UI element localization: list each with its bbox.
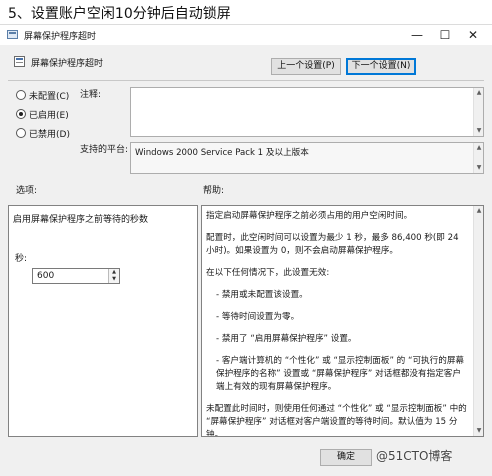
supported-platforms-box: Windows 2000 Service Pack 1 及以上版本 ▲ ▼ [130,142,484,174]
radio-enabled-circle[interactable] [16,109,26,119]
minimize-button[interactable]: — [405,27,429,43]
help-list-item: - 禁用或未配置该设置。 [216,290,308,300]
step-heading: 5、设置账户空闲10分钟后自动锁屏 [8,6,231,22]
close-button[interactable]: ✕ [461,27,485,43]
scroll-down-icon[interactable]: ▼ [474,426,483,436]
scroll-up-icon[interactable]: ▲ [474,143,484,153]
supported-scrollbar[interactable]: ▲ ▼ [473,143,483,173]
spin-up-icon[interactable]: ▲ [109,269,119,276]
help-list-item: - 客户端计算机的 “个性化” 或 “显示控制面板” 的 “可执行的屏幕保护程序… [216,356,465,392]
header-divider [8,80,484,81]
policy-name: 屏幕保护程序超时 [31,59,104,69]
help-paragraph: 配置时，此空闲时间可以设置为最少 1 秒，最多 86,400 秒(即 24 小时… [206,233,459,256]
scroll-up-icon[interactable]: ▲ [474,88,484,98]
radio-not-configured-label: 未配置(C) [29,92,70,102]
help-paragraph: 未配置此时间时，则使用任何通过 “个性化” 或 “显示控制面板” 中的 “屏幕保… [206,404,467,437]
policy-dialog: 屏幕保护程序超时 — ☐ ✕ 屏幕保护程序超时 上一个设置(P) 下一个设置(N… [0,24,492,476]
next-setting-button[interactable]: 下一个设置(N) [346,58,416,75]
radio-enabled-label: 已启用(E) [29,111,69,121]
prev-setting-button[interactable]: 上一个设置(P) [271,58,341,75]
scroll-up-icon[interactable]: ▲ [474,206,483,216]
spin-down-icon[interactable]: ▼ [109,276,119,283]
policy-window-icon [7,30,18,39]
help-label: 帮助: [203,186,225,196]
seconds-label: 秒: [15,254,28,264]
radio-disabled-label: 已禁用(D) [29,130,70,140]
supported-platforms-value: Windows 2000 Service Pack 1 及以上版本 [135,148,309,158]
comment-label: 注释: [80,90,102,100]
supported-platforms-label: 支持的平台: [80,145,129,155]
radio-not-configured-circle[interactable] [16,90,26,100]
watermark-text: @51CTO博客 [376,449,453,463]
options-panel: 启用屏幕保护程序之前等待的秒数 秒: [8,205,198,437]
help-paragraph: 指定启动屏幕保护程序之前必须占用的用户空闲时间。 [206,211,413,221]
help-paragraph: 在以下任何情况下，此设置无效: [206,268,330,278]
ok-button[interactable]: 确定 [320,449,372,466]
help-panel: 指定启动屏幕保护程序之前必须占用的用户空闲时间。 配置时，此空闲时间可以设置为最… [201,205,484,437]
comment-textarea[interactable]: ▲ ▼ [130,87,484,137]
maximize-button[interactable]: ☐ [433,27,457,43]
seconds-value: 600 [37,271,55,281]
help-scrollbar[interactable]: ▲ ▼ [473,206,483,436]
radio-disabled-circle[interactable] [16,128,26,138]
seconds-spinbox[interactable]: 600 ▲ ▼ [32,268,120,284]
help-list-item: - 等待时间设置为零。 [216,312,300,322]
seconds-spin-buttons: ▲ ▼ [108,269,119,283]
title-bar[interactable]: 屏幕保护程序超时 — ☐ ✕ [0,25,492,45]
options-label: 选项: [16,186,38,196]
policy-setting-icon [14,56,25,67]
comment-scrollbar[interactable]: ▲ ▼ [473,88,483,136]
window-title: 屏幕保护程序超时 [24,32,97,42]
scroll-down-icon[interactable]: ▼ [474,126,484,136]
help-list-item: - 禁用了 “启用屏幕保护程序” 设置。 [216,334,357,344]
scroll-down-icon[interactable]: ▼ [474,163,484,173]
options-description: 启用屏幕保护程序之前等待的秒数 [13,215,149,225]
